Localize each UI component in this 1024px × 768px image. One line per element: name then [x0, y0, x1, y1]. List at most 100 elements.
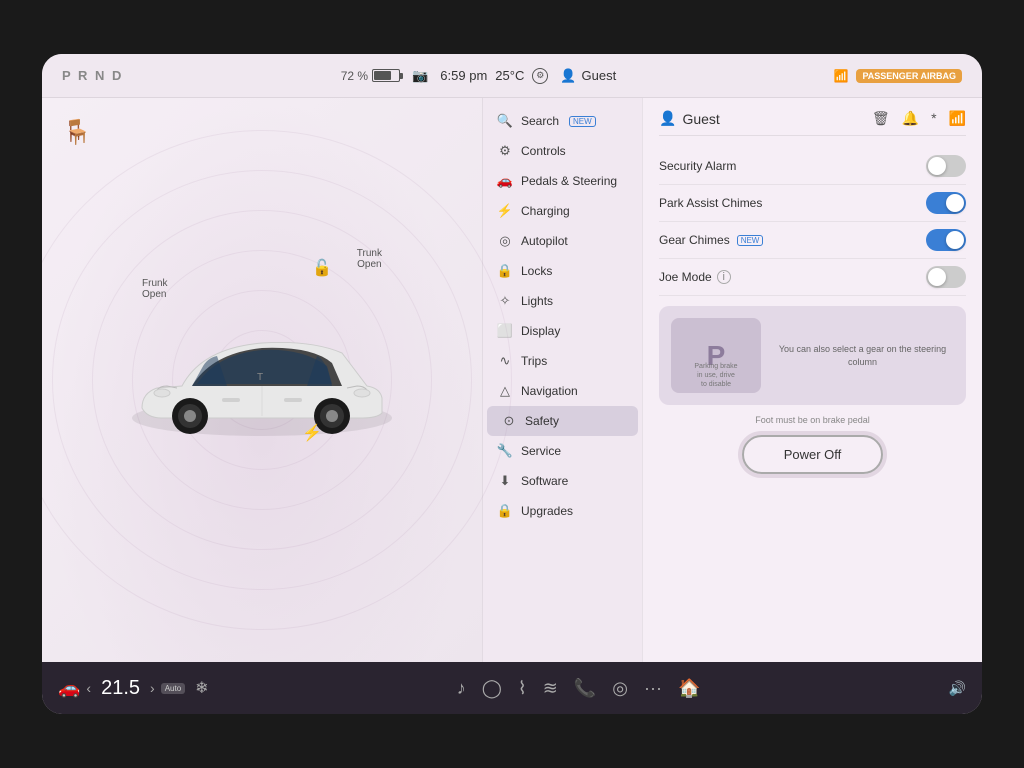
sidebar-item-upgrades[interactable]: 🔒 Upgrades: [483, 496, 642, 526]
battery-fill: [374, 71, 391, 80]
car-svg: T: [122, 288, 402, 468]
chevron-left-icon[interactable]: ‹: [86, 680, 91, 696]
search-item[interactable]: 🔍 Search NEW: [483, 106, 642, 136]
sidebar-item-autopilot[interactable]: ◎ Autopilot: [483, 226, 642, 256]
controls-icon: ⚙: [497, 143, 513, 159]
park-assist-card: P Parking brakein use, driveto disable Y…: [659, 306, 966, 405]
gear-chimes-knob: [946, 231, 964, 249]
joe-mode-info-icon[interactable]: i: [717, 270, 731, 284]
camera-icon: 📷: [412, 68, 428, 84]
pedals-label: Pedals & Steering: [521, 174, 617, 188]
car-image-container: FrunkOpen TrunkOpen 🔓 ⚡: [122, 288, 402, 473]
sidebar-item-lights[interactable]: ✧ Lights: [483, 286, 642, 316]
status-bar: P R N D 72 % 📷 6:59 pm 25°C ⚙ 👤 Guest 📶 …: [42, 54, 982, 98]
display-label: Display: [521, 324, 560, 338]
controls-label: Controls: [521, 144, 566, 158]
park-visual: P Parking brakein use, driveto disable: [671, 318, 761, 393]
joe-mode-toggle[interactable]: [926, 266, 966, 288]
gear-chimes-toggle[interactable]: [926, 229, 966, 251]
taskbar: 🚗 ‹ 21.5 › Auto ❄ ♪ ◯ ⌇ ≋ 📞 ◎ ··· 🏠 🔊: [42, 662, 982, 714]
settings-header: 👤 Guest 🗑 🔔 * 📶: [659, 110, 966, 136]
frunk-label: FrunkOpen: [142, 278, 168, 300]
steering-icon[interactable]: ⌇: [518, 678, 527, 699]
taskbar-car-icon[interactable]: 🚗: [58, 678, 80, 699]
security-alarm-toggle[interactable]: [926, 155, 966, 177]
sidebar-item-controls[interactable]: ⚙ Controls: [483, 136, 642, 166]
guest-user-icon: 👤: [659, 110, 676, 127]
autopilot-icon: ◎: [497, 233, 513, 249]
trash-icon[interactable]: 🗑: [872, 110, 890, 127]
upgrades-icon: 🔒: [497, 503, 513, 519]
safety-label: Safety: [525, 414, 559, 428]
charging-icon: ⚡: [497, 203, 513, 219]
locks-label: Locks: [521, 264, 552, 278]
guest-title: 👤 Guest: [659, 110, 720, 127]
tesla-screen: P R N D 72 % 📷 6:59 pm 25°C ⚙ 👤 Guest 📶 …: [42, 54, 982, 714]
upgrades-label: Upgrades: [521, 504, 573, 518]
joe-mode-label: Joe Mode i: [659, 270, 731, 284]
volume-icon[interactable]: 🔊: [949, 680, 966, 697]
gear-chimes-badge: NEW: [737, 235, 764, 246]
power-off-button[interactable]: Power Off: [742, 435, 884, 474]
park-assist-knob: [946, 194, 964, 212]
sidebar-item-service[interactable]: 🔧 Service: [483, 436, 642, 466]
clock: 6:59 pm: [440, 68, 487, 83]
park-visual-text: Parking brakein use, driveto disable: [690, 362, 741, 389]
pedals-icon: 🚗: [497, 173, 513, 189]
search-icon: 🔍: [497, 113, 513, 129]
battery-icon: [372, 69, 400, 82]
software-icon: ⬇: [497, 473, 513, 489]
security-alarm-label: Security Alarm: [659, 159, 736, 173]
sidebar-item-locks[interactable]: 🔒 Locks: [483, 256, 642, 286]
car-panel: 🪑 FrunkOpen TrunkOpen 🔓 ⚡: [42, 98, 482, 662]
fan-icon[interactable]: ❄: [195, 678, 208, 698]
foot-brake-text: Foot must be on brake pedal: [659, 415, 966, 425]
header-icons: 🗑 🔔 * 📶: [872, 110, 966, 127]
user-info: 👤 Guest: [560, 68, 616, 84]
sidebar-item-software[interactable]: ⬇ Software: [483, 466, 642, 496]
music-icon[interactable]: ♪: [457, 678, 466, 699]
taskbar-center: ♪ ◯ ⌇ ≋ 📞 ◎ ··· 🏠: [457, 678, 701, 699]
autopilot-label: Autopilot: [521, 234, 568, 248]
search-label: Search: [521, 114, 559, 128]
wipers-icon[interactable]: ≋: [543, 678, 558, 699]
joe-mode-knob: [928, 268, 946, 286]
chevron-right-icon[interactable]: ›: [150, 680, 155, 696]
battery-info: 72 %: [341, 69, 400, 83]
media-icon[interactable]: ◯: [482, 678, 502, 699]
settings-panel: 👤 Guest 🗑 🔔 * 📶 Security Alarm Park A: [642, 98, 982, 662]
bluetooth-icon[interactable]: *: [931, 110, 936, 127]
sidebar-item-charging[interactable]: ⚡ Charging: [483, 196, 642, 226]
more-icon[interactable]: ···: [644, 678, 662, 699]
gear-chimes-label: Gear Chimes NEW: [659, 233, 763, 247]
phone-icon[interactable]: 📞: [574, 678, 596, 699]
trunk-label: TrunkOpen: [357, 248, 382, 270]
locks-icon: 🔒: [497, 263, 513, 279]
home-icon[interactable]: 🏠: [678, 678, 700, 699]
wifi-icon[interactable]: 📶: [949, 110, 966, 127]
joe-mode-row: Joe Mode i: [659, 259, 966, 296]
sidebar-item-pedals[interactable]: 🚗 Pedals & Steering: [483, 166, 642, 196]
energy-icon[interactable]: ◎: [612, 678, 628, 699]
seat-warning-icon: 🪑: [62, 118, 92, 147]
airbag-badge: PASSENGER AIRBAG: [856, 69, 962, 83]
service-label: Service: [521, 444, 561, 458]
park-assist-row: Park Assist Chimes: [659, 185, 966, 222]
lights-label: Lights: [521, 294, 553, 308]
temperature: 25°C: [495, 68, 524, 83]
username: Guest: [582, 68, 617, 83]
charging-bolt-icon: ⚡: [302, 423, 322, 443]
park-assist-toggle[interactable]: [926, 192, 966, 214]
taskbar-left: 🚗 ‹ 21.5 › Auto ❄: [58, 677, 209, 700]
park-steering-text: You can also select a gear on the steeri…: [771, 343, 954, 368]
auto-badge: Auto: [161, 683, 185, 694]
guest-name: Guest: [682, 111, 719, 127]
charging-label: Charging: [521, 204, 570, 218]
wifi-icon: 📶: [834, 69, 849, 83]
bell-icon[interactable]: 🔔: [902, 110, 919, 127]
user-icon: 👤: [560, 68, 576, 84]
status-right: 📶 PASSENGER AIRBAG: [834, 69, 962, 83]
battery-percentage: 72 %: [341, 69, 368, 83]
taskbar-right: 🔊: [949, 680, 966, 697]
prnd-display: P R N D: [62, 68, 123, 83]
